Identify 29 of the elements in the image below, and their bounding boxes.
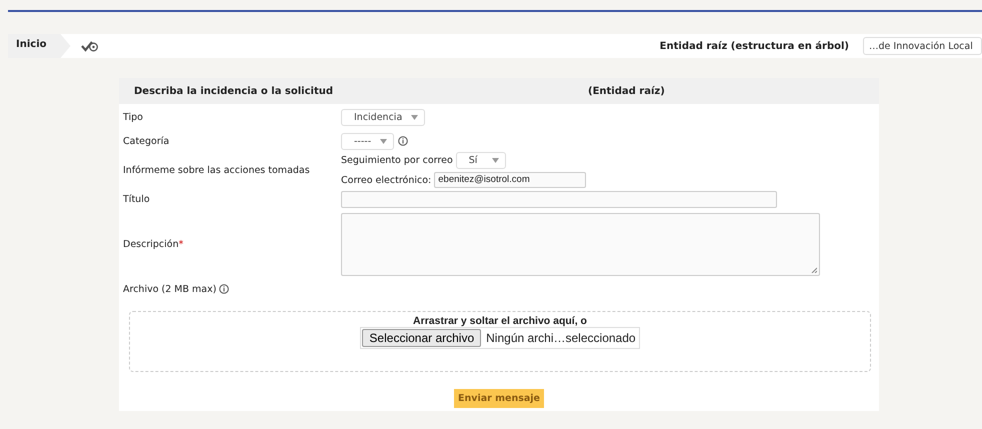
field-label: Título [123, 194, 150, 204]
entity-label: Entidad raíz (estructura en árbol) [660, 40, 849, 52]
field-label: Archivo (2 MB max) [123, 284, 216, 294]
select-field[interactable]: Sí [456, 152, 506, 169]
caret-icon [411, 114, 418, 120]
field-label: Categoría [123, 136, 170, 146]
resize-grip-icon[interactable] [811, 266, 817, 272]
email-field[interactable]: ebenitez@isotrol.com [434, 172, 586, 188]
send-button[interactable]: Enviar mensaje [454, 389, 544, 408]
caret-icon [380, 138, 388, 144]
drop-hint: Arrastrar y soltar el archivo aquí, o [413, 315, 587, 327]
title-field[interactable] [341, 190, 777, 208]
caret-icon [492, 158, 499, 163]
field-label: Seguimiento por correo [341, 155, 453, 166]
choose-file-button[interactable]: Seleccionar archivo [362, 329, 482, 347]
select-field[interactable]: Incidencia [341, 108, 426, 126]
drop-zone[interactable]: Arrastrar y soltar el archivo aquí, o Seleccionar archivo Ningún archi…seleccionado [129, 311, 871, 372]
description-field[interactable] [341, 212, 820, 276]
form-title: Describa la incidencia o la solicitud [133, 86, 334, 96]
entity-heading: (Entidad raíz) [588, 86, 665, 96]
entity-select[interactable]: …de Innovación Local [863, 37, 982, 55]
file-input[interactable]: Seleccionar archivo Ningún archi…seleccionado [360, 327, 640, 349]
breadcrumb-link[interactable]: Inicio [8, 34, 70, 58]
select-field[interactable]: ----- [341, 132, 394, 150]
check-gauge-icon[interactable] [80, 40, 98, 52]
field-label: Tipo [123, 112, 143, 122]
field-label: Infórmeme sobre las acciones tomadas [123, 164, 310, 176]
field-label: Correo electrónico: [341, 174, 432, 186]
field-label: Descripción* [123, 238, 184, 250]
